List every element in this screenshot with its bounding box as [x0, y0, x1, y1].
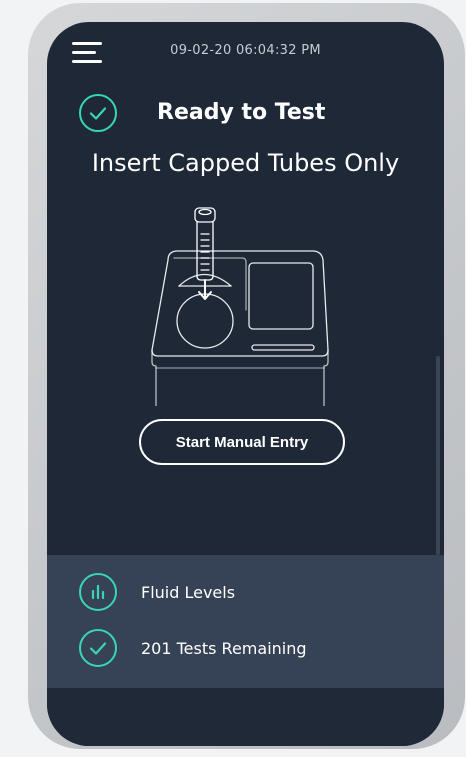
ready-status: Ready to Test	[79, 94, 419, 140]
bar-chart-icon	[79, 573, 117, 611]
start-manual-entry-button[interactable]: Start Manual Entry	[139, 419, 345, 465]
device-screen: 09-02-20 06:04:32 PM Ready to Test Inser…	[47, 22, 444, 746]
scrollbar[interactable]	[436, 356, 440, 555]
analyzer-illustration	[151, 207, 329, 406]
insert-instruction: Insert Capped Tubes Only	[91, 149, 400, 177]
screen-footer	[47, 688, 444, 746]
ready-title: Ready to Test	[157, 100, 326, 125]
tests-remaining-label: 201 Tests Remaining	[141, 639, 307, 658]
check-circle-icon	[79, 94, 117, 132]
tests-remaining-item[interactable]: 201 Tests Remaining	[79, 629, 399, 669]
datetime-label: 09-02-20 06:04:32 PM	[170, 43, 321, 58]
check-circle-icon	[79, 629, 117, 667]
status-bar: 09-02-20 06:04:32 PM	[47, 22, 444, 82]
fluid-levels-label: Fluid Levels	[141, 583, 236, 602]
fluid-levels-item[interactable]: Fluid Levels	[79, 573, 399, 613]
status-panel: Fluid Levels 201 Tests Remaining	[47, 555, 444, 688]
